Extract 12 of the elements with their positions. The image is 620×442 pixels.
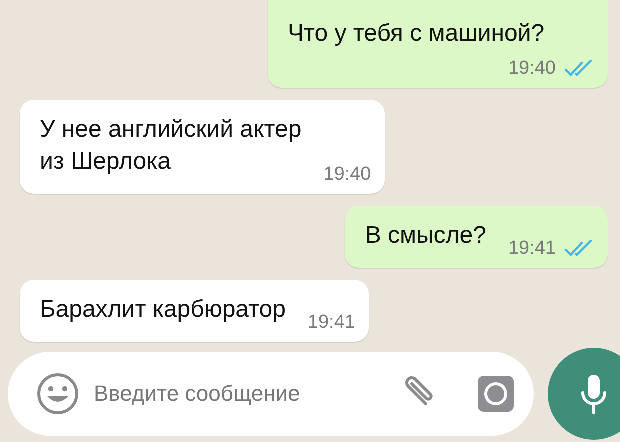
- message-time: 19:40: [324, 164, 372, 186]
- microphone-icon: [579, 372, 609, 414]
- message-time: 19:41: [308, 312, 356, 334]
- message-text: Что у тебя с машиной?: [288, 19, 545, 49]
- emoji-icon[interactable]: [36, 372, 80, 416]
- message-time: 19:41: [508, 238, 556, 260]
- message-input-field[interactable]: Введите сообщение: [92, 380, 384, 408]
- message-text: Барахлит карбюратор: [40, 295, 286, 325]
- message-text: У нее английский актер из Шерлока: [40, 115, 302, 177]
- message-time: 19:40: [508, 58, 556, 80]
- message-text: В смысле?: [365, 221, 486, 251]
- camera-icon[interactable]: [478, 376, 514, 412]
